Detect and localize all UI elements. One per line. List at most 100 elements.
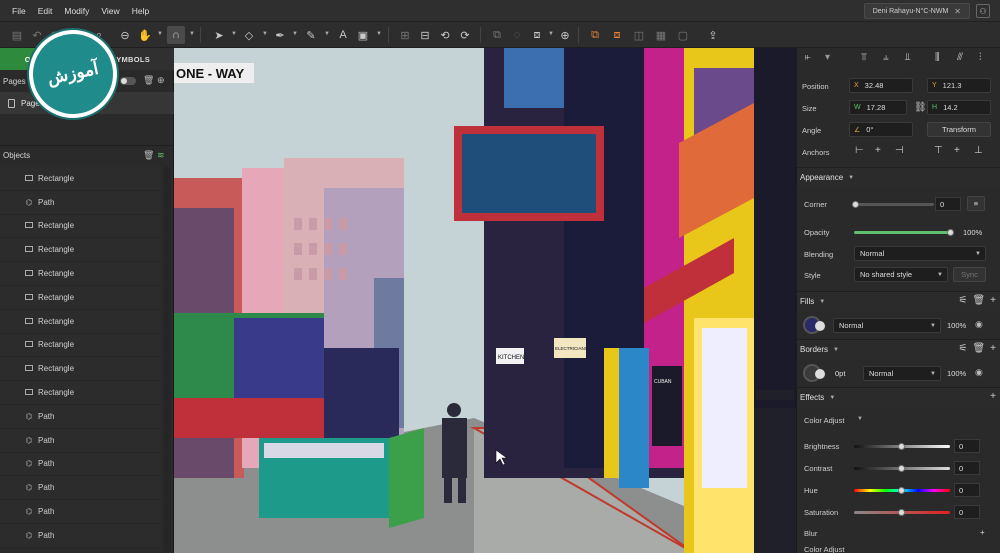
link-icon[interactable]: ⛓ [914, 102, 927, 113]
object-row[interactable]: Rectangle [0, 285, 162, 310]
eye-icon[interactable]: ◉ [975, 319, 983, 330]
brightness-slider-knob[interactable] [898, 443, 905, 450]
brush-icon[interactable]: ✎ [302, 26, 320, 44]
object-row[interactable]: ⌬ Path [0, 500, 162, 524]
distribute-h-icon[interactable]: ⫼ [935, 52, 940, 63]
border-settings-icon[interactable]: ⚟ [958, 343, 967, 354]
border-width[interactable]: 0pt [835, 369, 845, 378]
layers-icon[interactable]: ≋ [157, 150, 165, 161]
anchor-center-v-icon[interactable]: + [954, 145, 960, 156]
object-row[interactable]: Rectangle [0, 167, 162, 191]
hand-icon[interactable]: ✋ [136, 26, 154, 44]
anchor-right-icon[interactable]: ⊣ [895, 145, 904, 156]
align-top-icon[interactable]: ⫪ [861, 52, 867, 63]
object-row[interactable]: Rectangle [0, 381, 162, 405]
contrast-field[interactable]: 0 [954, 461, 980, 475]
trash-icon[interactable]: 🗑 [972, 343, 985, 354]
dropdown-icon[interactable]: ▾ [825, 52, 830, 63]
object-row[interactable]: Rectangle [0, 357, 162, 382]
boolean-subtract-icon[interactable]: ⊟ [416, 26, 434, 44]
object-row[interactable]: ⌬ Path [0, 404, 162, 429]
document-tab[interactable]: Deni Rahayu-N°C-NWM ✕ [863, 3, 970, 19]
object-row[interactable]: Rectangle [0, 238, 162, 263]
objects-scrollbar[interactable] [163, 167, 171, 552]
chevron-down-icon[interactable]: ▼ [262, 31, 268, 37]
opacity-slider-knob[interactable] [947, 229, 954, 236]
saturation-slider-knob[interactable] [898, 509, 905, 516]
menu-modify[interactable]: Modify [58, 6, 95, 16]
sync-button[interactable]: Sync [953, 267, 986, 282]
anchor-center-h-icon[interactable]: + [875, 145, 881, 156]
object-row[interactable]: Rectangle [0, 333, 162, 358]
align-left-icon[interactable]: ⫦ [805, 52, 811, 63]
object-row[interactable]: ⌬ Path [0, 523, 162, 548]
brightness-field[interactable]: 0 [954, 439, 980, 453]
hue-slider-knob[interactable] [898, 487, 905, 494]
size-h-field[interactable]: H 14.2 [927, 100, 991, 115]
user-icon[interactable]: ⚇ [976, 4, 990, 18]
slice-icon[interactable]: ▢ [674, 26, 692, 44]
fill-mode-dropdown[interactable]: Normal ▼ [833, 318, 941, 333]
save-icon[interactable]: ▤ [8, 26, 26, 44]
chevron-down-icon[interactable]: ▼ [857, 416, 863, 422]
chevron-down-icon[interactable]: ▼ [231, 31, 237, 37]
add-blur-icon[interactable]: + [980, 528, 985, 537]
close-icon[interactable]: ✕ [954, 7, 961, 16]
frame-icon[interactable]: ▦ [652, 26, 670, 44]
chevron-down-icon[interactable]: ▼ [324, 31, 330, 37]
eye-icon[interactable]: ◉ [975, 367, 983, 378]
align-objects-icon[interactable]: ⧈ [608, 26, 626, 44]
hue-field[interactable]: 0 [954, 483, 980, 497]
menu-help[interactable]: Help [126, 6, 155, 16]
chevron-down-icon[interactable]: ▼ [376, 31, 382, 37]
corner-settings-icon[interactable]: ≡ [967, 196, 985, 211]
image-icon[interactable]: ▣ [354, 26, 372, 44]
angle-field[interactable]: ∠ 0° [849, 122, 913, 137]
menu-edit[interactable]: Edit [32, 6, 59, 16]
opacity-slider[interactable] [854, 231, 952, 234]
chevron-down-icon[interactable]: ▼ [189, 31, 195, 37]
add-border-icon[interactable]: + [990, 343, 996, 354]
appearance-header[interactable]: Appearance ▼ [797, 167, 1000, 187]
corner-slider-knob[interactable] [852, 201, 859, 208]
rotate-right-icon[interactable]: ⟳ [456, 26, 474, 44]
text-icon[interactable]: A [334, 26, 352, 44]
chevron-down-icon[interactable]: ▼ [292, 31, 298, 37]
anchor-top-icon[interactable]: ⊤ [934, 145, 943, 156]
distribute-icon[interactable]: ⧉ [586, 26, 604, 44]
group-icon[interactable]: ◌ [508, 26, 526, 44]
distribute-v-icon[interactable]: ⫻ [957, 52, 963, 63]
effects-header[interactable]: Effects ▼ + [797, 387, 1000, 407]
mask-icon[interactable]: ◫ [630, 26, 648, 44]
rotate-left-icon[interactable]: ⟲ [436, 26, 454, 44]
menu-view[interactable]: View [95, 6, 125, 16]
align-middle-icon[interactable]: ⫨ [883, 52, 889, 63]
size-w-field[interactable]: W 17.28 [849, 100, 907, 115]
pen-icon[interactable]: ✒ [271, 26, 289, 44]
transform-button[interactable]: Transform [927, 122, 991, 137]
magnet-icon[interactable]: ∩ [167, 26, 185, 44]
object-row[interactable]: Rectangle [0, 262, 162, 286]
corner-field[interactable]: 0 [935, 197, 961, 211]
design-canvas[interactable]: ONE - WAY KITCHEN ELECTRICIANS CUBAN [174, 48, 796, 553]
color-adjust-label[interactable]: Color Adjust [804, 416, 844, 425]
chevron-down-icon[interactable]: ▼ [548, 31, 554, 37]
borders-header[interactable]: Borders ▼ ⚟ 🗑 + [797, 339, 1000, 359]
contrast-slider-knob[interactable] [898, 465, 905, 472]
trash-icon[interactable]: 🗑 [972, 295, 985, 306]
object-row[interactable]: ⌬ Path [0, 476, 162, 501]
add-page-icon[interactable]: ⊕ [157, 75, 165, 86]
object-row[interactable]: ⌬ Path [0, 428, 162, 453]
object-row[interactable]: Rectangle [0, 309, 162, 334]
blending-dropdown[interactable]: Normal ▼ [854, 246, 986, 261]
chevron-down-icon[interactable]: ▼ [157, 31, 163, 37]
position-x-field[interactable]: X 32.48 [849, 78, 913, 93]
menu-file[interactable]: File [6, 6, 32, 16]
pages-toggle[interactable] [120, 77, 136, 85]
add-effect-icon[interactable]: + [990, 391, 996, 402]
add-fill-icon[interactable]: + [990, 295, 996, 306]
anchor-bottom-icon[interactable]: ⊥ [974, 145, 983, 156]
trash-icon[interactable]: 🗑 [143, 150, 154, 161]
fill-toggle[interactable] [815, 321, 825, 331]
crosshair-icon[interactable]: ⊕ [556, 26, 574, 44]
